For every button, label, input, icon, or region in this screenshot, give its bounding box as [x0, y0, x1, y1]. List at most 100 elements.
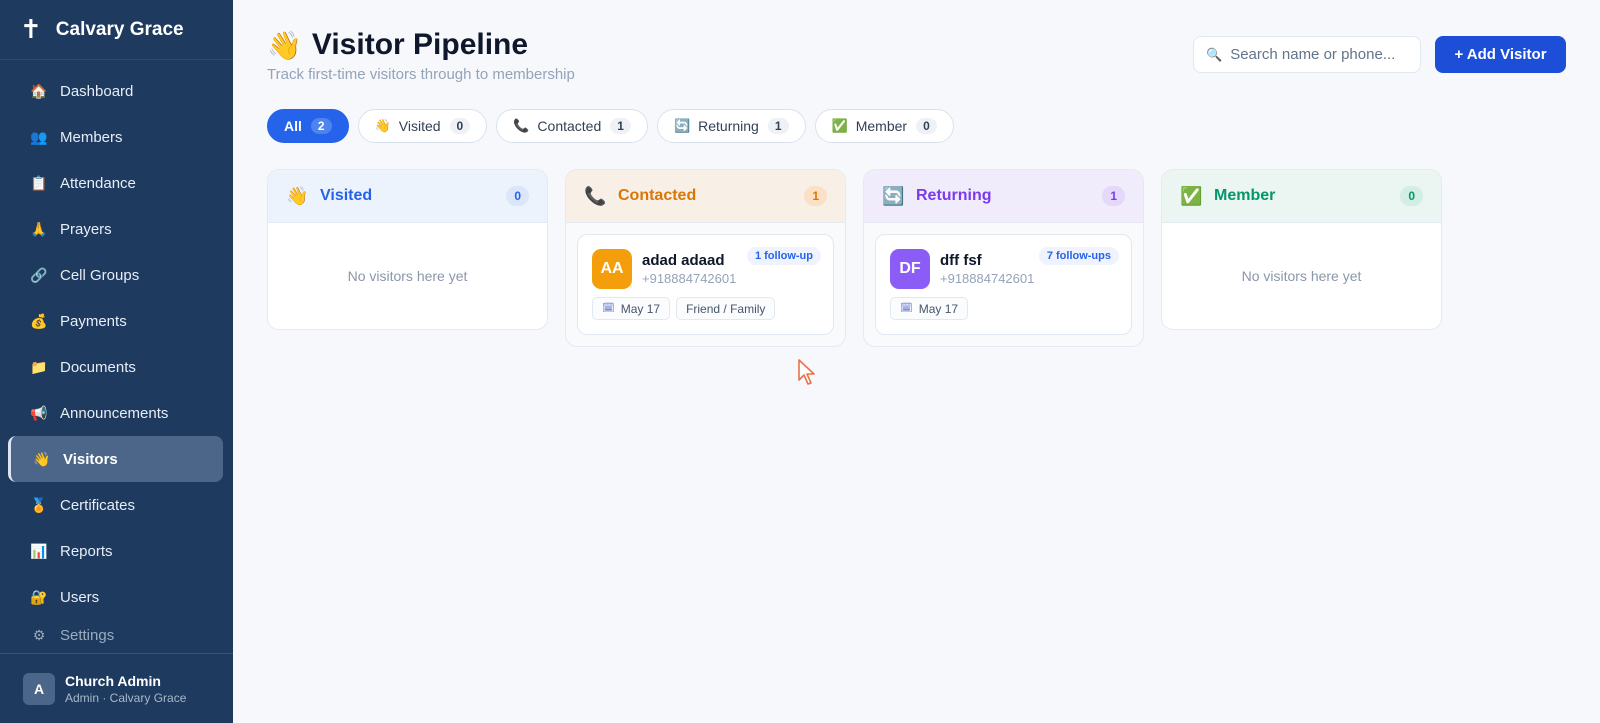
stage-filters: All 2 👋 Visited 0 📞 Contacted 1 🔄 Returning 1 ✅…	[267, 109, 963, 143]
sidebar-item-label: Announcements	[60, 404, 169, 422]
filter-visited[interactable]: 👋 Visited 0	[357, 109, 488, 143]
column-returning: 🔄 Returning 1 DF dff fsf +918884742601 7…	[863, 169, 1144, 347]
filter-member[interactable]: ✅ Member 0	[814, 109, 954, 143]
sidebar-item-label: Settings	[60, 627, 115, 644]
phone-icon: 📞	[513, 118, 530, 133]
column-count: 0	[506, 186, 529, 206]
add-visitor-button[interactable]: + Add Visitor	[1435, 36, 1566, 73]
visit-date: May 17	[918, 301, 959, 316]
waving-hand-icon: 👋	[374, 118, 391, 133]
visitor-phone: +918884742601	[642, 271, 737, 286]
filter-returning[interactable]: 🔄 Returning 1	[656, 109, 806, 143]
sidebar: ✝ Calvary Grace 🏠 Dashboard 👥 Members 📋 Att…	[0, 0, 233, 723]
sidebar-item-reports[interactable]: 📊 Reports	[8, 528, 223, 574]
visitor-phone: +918884742601	[940, 271, 1035, 286]
money-bag-icon: 💰	[30, 312, 48, 329]
empty-state: No visitors here yet	[1162, 223, 1441, 329]
main-content: 👋 Visitor Pipeline Track first-time visi…	[233, 0, 1600, 723]
column-count: 0	[1400, 186, 1423, 206]
filter-label: All	[284, 118, 302, 134]
column-title: Contacted	[618, 187, 697, 204]
search-box[interactable]: 🔍	[1193, 36, 1421, 73]
column-member: ✅ Member 0 No visitors here yet	[1161, 169, 1442, 330]
filter-count: 0	[916, 118, 937, 134]
page-title: Visitor Pipeline	[311, 28, 529, 61]
sidebar-item-label: Attendance	[60, 174, 136, 192]
refresh-icon: 🔄	[673, 118, 691, 133]
filter-contacted[interactable]: 📞 Contacted 1	[496, 109, 648, 143]
filter-label: Contacted	[537, 118, 602, 134]
sidebar-item-settings[interactable]: ⚙ Settings	[8, 620, 223, 644]
medal-icon: 🏅	[30, 496, 48, 513]
gear-icon: ⚙	[32, 627, 46, 643]
filter-count: 0	[449, 118, 471, 134]
waving-hand-icon: 👋	[286, 185, 309, 206]
followup-badge: 7 follow-ups	[1038, 247, 1119, 265]
filter-count: 1	[610, 118, 631, 134]
filter-label: Member	[855, 118, 908, 134]
sidebar-item-label: Prayers	[60, 220, 112, 238]
megaphone-icon: 📢	[30, 404, 48, 421]
sidebar-item-users[interactable]: 🔐 Users	[8, 574, 223, 620]
sidebar-item-payments[interactable]: 💰 Payments	[8, 298, 223, 344]
waving-hand-icon: 👋	[267, 29, 302, 61]
column-title: Returning	[916, 187, 992, 204]
column-header: 🔄 Returning 1	[864, 170, 1143, 223]
avatar: DF	[890, 249, 930, 289]
visitor-card[interactable]: AA adad adaad +918884742601 1 follow-up …	[577, 234, 834, 335]
sidebar-item-certificates[interactable]: 🏅 Certificates	[8, 482, 223, 528]
column-contacted: 📞 Contacted 1 AA adad adaad +91888474260…	[565, 169, 846, 347]
current-user[interactable]: A Church Admin Admin · Calvary Grace	[0, 653, 233, 723]
lock-icon: 🔐	[30, 588, 48, 605]
filter-label: Visited	[398, 118, 441, 134]
column-header: 👋 Visited 0	[268, 170, 547, 223]
column-visited: 👋 Visited 0 No visitors here yet	[267, 169, 548, 330]
bar-chart-icon: 📊	[30, 542, 48, 559]
sidebar-item-dashboard[interactable]: 🏠 Dashboard	[8, 68, 223, 114]
visitor-card[interactable]: DF dff fsf +918884742601 7 follow-ups 🗓 M…	[875, 234, 1132, 335]
column-count: 1	[804, 186, 827, 206]
filter-label: Returning	[698, 118, 759, 134]
sidebar-item-cell-groups[interactable]: 🔗 Cell Groups	[8, 252, 223, 298]
brand[interactable]: ✝ Calvary Grace	[0, 0, 233, 60]
sidebar-item-label: Payments	[60, 312, 127, 330]
praying-hands-icon: 🙏	[30, 220, 48, 237]
column-count: 1	[1102, 186, 1125, 206]
date-tag: 🗓 May 17	[890, 297, 969, 320]
column-title: Member	[1214, 187, 1276, 204]
sidebar-item-prayers[interactable]: 🙏 Prayers	[8, 206, 223, 252]
people-icon: 👥	[30, 128, 48, 145]
sidebar-item-attendance[interactable]: 📋 Attendance	[8, 160, 223, 206]
home-icon: 🏠	[30, 82, 48, 99]
sidebar-item-label: Certificates	[60, 496, 136, 514]
cross-icon: ✝	[20, 14, 42, 44]
sidebar-item-label: Dashboard	[60, 82, 134, 100]
user-role: Admin · Calvary Grace	[65, 690, 187, 705]
visit-date: May 17	[620, 301, 661, 316]
check-mark-icon: ✅	[1180, 185, 1203, 206]
sidebar-item-label: Users	[60, 588, 100, 606]
search-input[interactable]	[1230, 46, 1411, 63]
filter-count: 1	[767, 118, 789, 134]
sidebar-item-documents[interactable]: 📁 Documents	[8, 344, 223, 390]
sidebar-item-label: Reports	[60, 542, 113, 560]
card-tags: 🗓 May 17 Friend / Family	[592, 297, 781, 320]
sidebar-item-visitors[interactable]: 👋 Visitors	[8, 436, 223, 482]
sidebar-item-announcements[interactable]: 📢 Announcements	[8, 390, 223, 436]
mouse-pointer-icon	[798, 359, 815, 385]
waving-hand-icon: 👋	[33, 450, 51, 467]
check-mark-icon: ✅	[831, 118, 848, 133]
search-icon: 🔍	[1206, 46, 1223, 62]
visitor-name: dff fsf	[940, 252, 982, 269]
refresh-icon: 🔄	[882, 185, 905, 206]
page-header: 👋 Visitor Pipeline	[267, 28, 528, 62]
user-name: Church Admin	[65, 672, 161, 689]
folder-icon: 📁	[30, 358, 48, 375]
sidebar-item-members[interactable]: 👥 Members	[8, 114, 223, 160]
source-tag: Friend / Family	[676, 297, 776, 320]
filter-all[interactable]: All 2	[267, 109, 349, 143]
followup-badge: 1 follow-up	[746, 247, 821, 265]
column-header: 📞 Contacted 1	[566, 170, 845, 223]
sidebar-item-label: Cell Groups	[60, 266, 140, 284]
link-icon: 🔗	[30, 266, 48, 283]
